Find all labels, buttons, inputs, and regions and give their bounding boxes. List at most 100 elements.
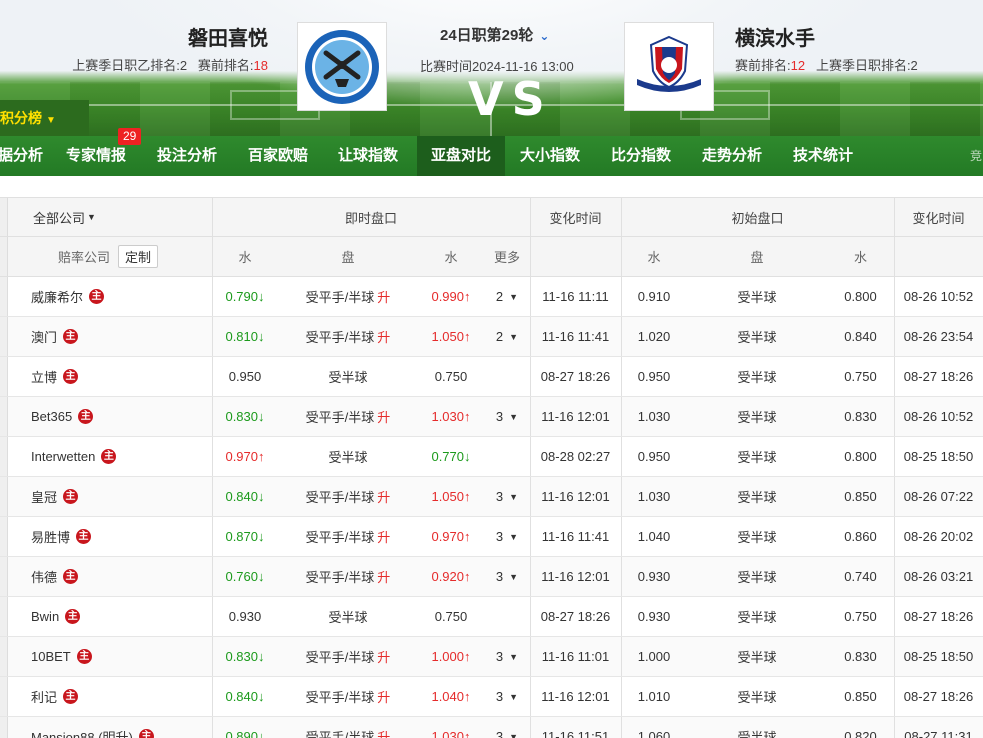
- customize-button[interactable]: 定制: [118, 245, 159, 268]
- more-dropdown[interactable]: 2 ▼: [484, 277, 530, 316]
- tab-tech-stats[interactable]: 技术统计: [793, 136, 853, 176]
- more-dropdown[interactable]: 3 ▼: [484, 717, 530, 738]
- table-row[interactable]: Mansion88 (明升) 主 0.890 ↓ 受平手/半球升 1.030 ↑ 3 ▼ 11-1…: [0, 717, 983, 738]
- more-count: 3: [495, 649, 504, 664]
- table-row[interactable]: 利记主 0.840 ↓ 受平手/半球升 1.040 ↑ 3 ▼ 11-16 12:01 1.010…: [0, 677, 983, 717]
- table-row[interactable]: Interwetten 主 0.970 ↑ 受半球 0.770 ↓ 08-28 02:27 0.…: [0, 437, 983, 477]
- live-handicap-cell: 受半球: [278, 357, 418, 396]
- company-cell[interactable]: Interwetten 主: [0, 437, 212, 476]
- match-header: 磐田喜悦 上赛季日职乙排名:2 赛前排名:18 24日职第29轮 ⌄ 比赛时间20…: [0, 0, 983, 136]
- live-water2-cell: 1.000 ↑: [418, 637, 484, 676]
- change-time-cell: 08-27 18:26: [540, 369, 611, 384]
- table-row[interactable]: 易胜博主 0.870 ↓ 受平手/半球升 0.970 ↑ 3 ▼ 11-16 11:41 1.04…: [0, 517, 983, 557]
- table-row[interactable]: 立博主 0.950 受半球 0.750 08-27 18:26 0.950 受半球 0.750…: [0, 357, 983, 397]
- handicap-rise-marker: 升: [377, 650, 391, 665]
- initial-handicap-cell: 受半球: [737, 410, 777, 425]
- away-pre-match-rank-label: 赛前排名:: [735, 58, 791, 73]
- caret-down-icon: ▼: [509, 531, 519, 542]
- table-row[interactable]: Bet365 主 0.830 ↓ 受平手/半球升 1.030 ↑ 3 ▼ 11-16 12:01 1…: [0, 397, 983, 437]
- live-water2-header: 水: [444, 250, 458, 265]
- nav-overflow-text[interactable]: 竞: [970, 136, 982, 176]
- initial-water2-cell: 0.820: [844, 729, 877, 738]
- standings-dropdown[interactable]: 积分榜 ▼: [0, 100, 89, 136]
- initial-handicap-cell: 受半球: [737, 330, 777, 345]
- company-cell[interactable]: Bet365 主: [0, 397, 212, 436]
- tab-data-analysis[interactable]: 据分析: [0, 136, 43, 176]
- change-time-cell: 11-16 12:01: [541, 689, 610, 704]
- tab-over-under[interactable]: 大小指数: [520, 136, 580, 176]
- main-odds-badge: 主: [63, 489, 79, 504]
- table-row[interactable]: 澳门主 0.810 ↓ 受平手/半球升 1.050 ↑ 2 ▼ 11-16 11:41 1.020…: [0, 317, 983, 357]
- company-cell[interactable]: Bwin 主: [0, 597, 212, 636]
- tab-trend-analysis[interactable]: 走势分析: [702, 136, 762, 176]
- table-row[interactable]: 皇冠主 0.840 ↓ 受平手/半球升 1.050 ↑ 3 ▼ 11-16 12:01 1.030…: [0, 477, 983, 517]
- caret-down-icon: ▼: [509, 731, 519, 738]
- home-team-name[interactable]: 磐田喜悦: [188, 22, 268, 51]
- table-row[interactable]: 伟德主 0.760 ↓ 受平手/半球升 0.920 ↑ 3 ▼ 11-16 12:01 0.930…: [0, 557, 983, 597]
- all-companies-dropdown[interactable]: 全部公司 ▼: [0, 198, 212, 236]
- more-dropdown[interactable]: 3 ▼: [484, 677, 530, 716]
- live-water2-value: 1.000: [431, 649, 465, 664]
- tab-handicap-index[interactable]: 让球指数: [338, 136, 398, 176]
- tab-euro-odds[interactable]: 百家欧赔: [248, 136, 308, 176]
- live-water2-value: 0.750: [434, 369, 468, 384]
- handicap-rise-marker: 升: [377, 410, 391, 425]
- more-dropdown[interactable]: 3 ▼: [484, 477, 530, 516]
- live-water1-value: 0.830: [225, 649, 259, 664]
- live-water2-cell: 1.030 ↑: [418, 397, 484, 436]
- company-cell[interactable]: 皇冠主: [0, 477, 212, 516]
- tab-correct-score[interactable]: 比分指数: [611, 136, 671, 176]
- tab-betting-analysis[interactable]: 投注分析: [157, 136, 217, 176]
- initial-water1-cell: 1.010: [637, 689, 671, 704]
- more-dropdown[interactable]: 3 ▼: [484, 397, 530, 436]
- company-cell[interactable]: 伟德主: [0, 557, 212, 596]
- live-handicap-value: 受平手/半球: [305, 730, 375, 738]
- table-row[interactable]: Bwin 主 0.930 受半球 0.750 08-27 18:26 0.930 受半球 0.7…: [0, 597, 983, 637]
- more-dropdown[interactable]: 3 ▼: [484, 517, 530, 556]
- away-team-name[interactable]: 横滨水手: [735, 22, 815, 51]
- tab-expert-intel[interactable]: 专家情报: [66, 136, 126, 176]
- change-time-cell: 11-16 11:11: [542, 289, 609, 304]
- home-team-logo[interactable]: [297, 22, 387, 111]
- initial-change-time-cell: 08-26 03:21: [903, 569, 974, 584]
- live-water2-value: 1.050: [431, 489, 465, 504]
- tab-asian-handicap[interactable]: 亚盘对比: [417, 136, 505, 176]
- main-odds-badge: 主: [63, 569, 79, 584]
- company-cell[interactable]: 利记主: [0, 677, 212, 716]
- away-team-logo[interactable]: [624, 22, 714, 111]
- table-row[interactable]: 威廉希尔主 0.790 ↓ 受平手/半球升 0.990 ↑ 2 ▼ 11-16 11:11 0.9…: [0, 277, 983, 317]
- initial-handicap-cell: 受半球: [737, 370, 777, 385]
- initial-handicap-cell: 受半球: [737, 690, 777, 705]
- table-row[interactable]: 10BET 主 0.830 ↓ 受平手/半球升 1.000 ↑ 3 ▼ 11-16 11:01 1.…: [0, 637, 983, 677]
- company-cell[interactable]: 澳门主: [0, 317, 212, 356]
- initial-water2-cell: 0.830: [844, 409, 877, 424]
- arrow-up-icon: ↑: [258, 449, 265, 464]
- initial-handicap-cell: 受半球: [737, 530, 777, 545]
- round-selector[interactable]: 24日职第29轮 ⌄: [440, 24, 549, 45]
- handicap-rise-marker: 升: [377, 290, 391, 305]
- company-cell[interactable]: Mansion88 (明升) 主: [0, 717, 212, 738]
- more-dropdown[interactable]: 3 ▼: [484, 557, 530, 596]
- company-cell[interactable]: 立博主: [0, 357, 212, 396]
- initial-water2-cell: 0.850: [844, 489, 877, 504]
- live-handicap-cell: 受平手/半球升: [278, 277, 418, 316]
- more-count: 2: [495, 329, 504, 344]
- live-water1-cell: 0.840 ↓: [212, 677, 278, 716]
- more-dropdown[interactable]: 3 ▼: [484, 637, 530, 676]
- main-odds-badge: 主: [76, 529, 92, 544]
- company-name: Bwin: [31, 609, 60, 624]
- company-name: 威廉希尔: [31, 290, 84, 305]
- company-name: 皇冠: [31, 490, 58, 505]
- initial-change-time-cell: 08-26 23:54: [903, 329, 974, 344]
- company-cell[interactable]: 威廉希尔主: [0, 277, 212, 316]
- arrow-down-icon: ↓: [258, 529, 265, 544]
- initial-handicap-cell: 受半球: [737, 490, 777, 505]
- initial-water2-cell: 0.860: [844, 529, 877, 544]
- arrow-down-icon: ↓: [258, 489, 265, 504]
- more-dropdown[interactable]: 2 ▼: [484, 317, 530, 356]
- live-water1-value: 0.790: [225, 289, 259, 304]
- change-time-header: 变化时间: [549, 210, 602, 226]
- company-cell[interactable]: 10BET 主: [0, 637, 212, 676]
- company-name: 10BET: [31, 649, 71, 664]
- company-cell[interactable]: 易胜博主: [0, 517, 212, 556]
